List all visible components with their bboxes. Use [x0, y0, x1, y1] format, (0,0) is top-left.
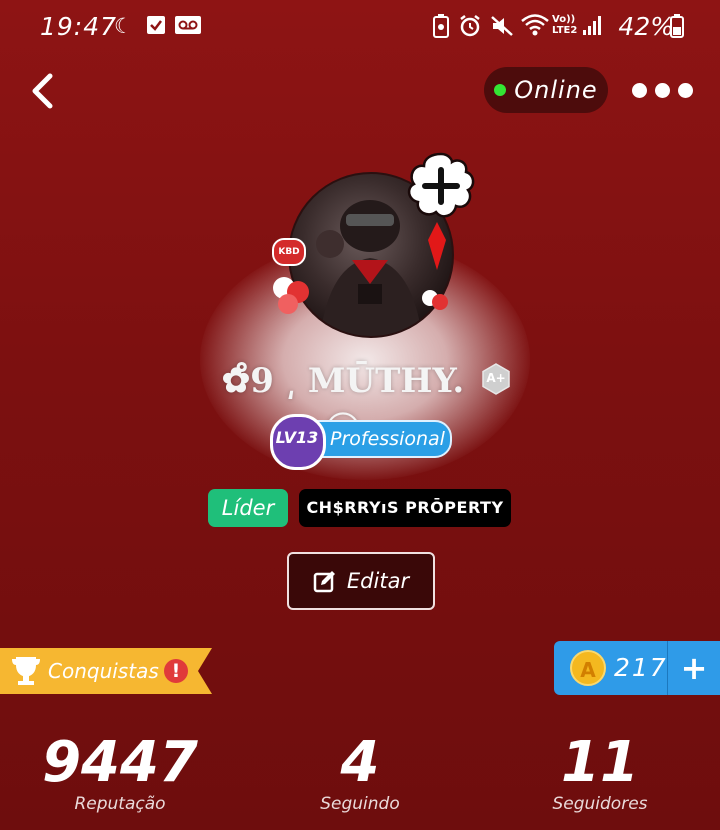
coin-count: 217	[614, 653, 668, 682]
status-bar: 19:47 ☾ Vo)) LTE2 42%	[0, 0, 720, 54]
following-value[interactable]: 4	[270, 728, 450, 798]
dot-icon	[655, 82, 670, 98]
followers-label: Seguidores	[552, 794, 648, 814]
followers-value[interactable]: 11	[510, 728, 690, 798]
add-story-button[interactable]	[402, 148, 480, 226]
online-label: Online	[514, 76, 598, 104]
voicemail-icon	[175, 15, 201, 40]
online-dot-icon	[494, 84, 507, 96]
reputation-label: Reputação	[74, 794, 166, 814]
heart-sticker-icon	[420, 288, 450, 314]
rank-badge-icon[interactable]: A+	[480, 363, 512, 395]
status-time: 19:47	[40, 12, 118, 41]
alert-badge: !	[171, 660, 181, 682]
more-options-button[interactable]	[632, 80, 698, 100]
flower-sticker-icon	[268, 274, 316, 318]
ribbon-sticker-icon	[426, 222, 448, 272]
battery-percent: 42%	[618, 12, 674, 41]
following-label: Seguindo	[320, 794, 400, 814]
achievements-label: Conquistas	[48, 659, 159, 683]
plus-cloud-icon	[407, 152, 475, 218]
network-label: LTE2	[552, 25, 578, 36]
reputation-value[interactable]: 9447	[30, 728, 210, 798]
back-button[interactable]	[26, 70, 60, 112]
profile-name: ✿̊9 ͵ MŪTHY. ⓩ	[221, 361, 465, 451]
dot-icon	[678, 82, 693, 98]
online-status[interactable]: Online	[484, 67, 608, 113]
lte-indicator: Vo)) LTE2	[552, 14, 578, 36]
level-title: Professional	[330, 428, 445, 450]
coin-icon: A	[570, 650, 606, 686]
moon-icon: ☾	[114, 14, 133, 38]
mute-icon	[490, 14, 514, 43]
edit-profile-button[interactable]: Editar	[287, 552, 435, 610]
chevron-left-icon	[32, 73, 53, 109]
custom-title-tag[interactable]: CH$RRYıS PRŌPERTY	[299, 489, 511, 527]
checkbox-icon	[146, 15, 166, 40]
dot-icon	[632, 82, 647, 98]
edit-label: Editar	[346, 569, 410, 593]
alarm-icon	[458, 14, 482, 43]
leader-tag[interactable]: Líder	[208, 489, 288, 527]
signal-icon	[582, 14, 602, 41]
kbd-sticker-icon: KBD	[272, 238, 306, 266]
level-label: LV13	[275, 428, 319, 447]
edit-icon	[313, 571, 335, 593]
add-coins-button[interactable]: +	[668, 641, 720, 695]
battery-icon	[670, 14, 684, 43]
wifi-icon	[520, 12, 550, 43]
rank-badge-label: A+	[486, 371, 506, 385]
battery-saver-icon	[432, 14, 450, 43]
